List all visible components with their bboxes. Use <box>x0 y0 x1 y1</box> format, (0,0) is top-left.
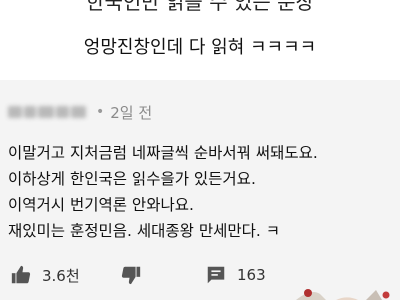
like-button[interactable]: 3.6천 <box>10 264 80 286</box>
comment-line-3: 이역거시 번기역론 안와나요. <box>8 196 194 214</box>
like-count: 3.6천 <box>42 266 80 285</box>
separator-dot: • <box>96 104 105 120</box>
thumbs-up-icon <box>11 265 31 284</box>
subline: 엉망진창인데 다 읽혀 ㅋㅋㅋㅋ <box>83 37 317 58</box>
reply-comment-icon <box>207 266 225 284</box>
reply-count: 163 <box>237 266 266 284</box>
meme-header: 한국인만 읽을 수 있는 문장 엉망진창인데 다 읽혀 ㅋㅋㅋㅋ <box>0 0 400 80</box>
blurred-username[interactable] <box>8 106 86 118</box>
dislike-button[interactable] <box>120 264 142 286</box>
headline: 한국인만 읽을 수 있는 문장 <box>86 0 314 14</box>
comment-line-2: 이하상게 한인국은 읽수을가 있든거요. <box>8 170 256 188</box>
thumbs-down-icon <box>121 266 141 285</box>
comment-time: 2일 전 <box>110 103 153 122</box>
reply-button[interactable]: 163 <box>205 264 266 286</box>
comment-card: • 2일 전 이말거고 지처금럼 네짜글씩 순바서꿔 써돼도요. 이하상게 한인… <box>0 80 400 300</box>
comment-line-1: 이말거고 지처금럼 네짜글씩 순바서꿔 써돼도요. <box>8 144 318 162</box>
comment-meta: • 2일 전 <box>8 102 152 122</box>
cropped-thumbnail-image <box>296 289 390 300</box>
comment-body: 이말거고 지처금럼 네짜글씩 순바서꿔 써돼도요. 이하상게 한인국은 읽수을가… <box>8 140 398 244</box>
comment-line-4: 재있미는 훈정민음. 세대종왕 만세만다. ㅋ <box>8 222 280 240</box>
